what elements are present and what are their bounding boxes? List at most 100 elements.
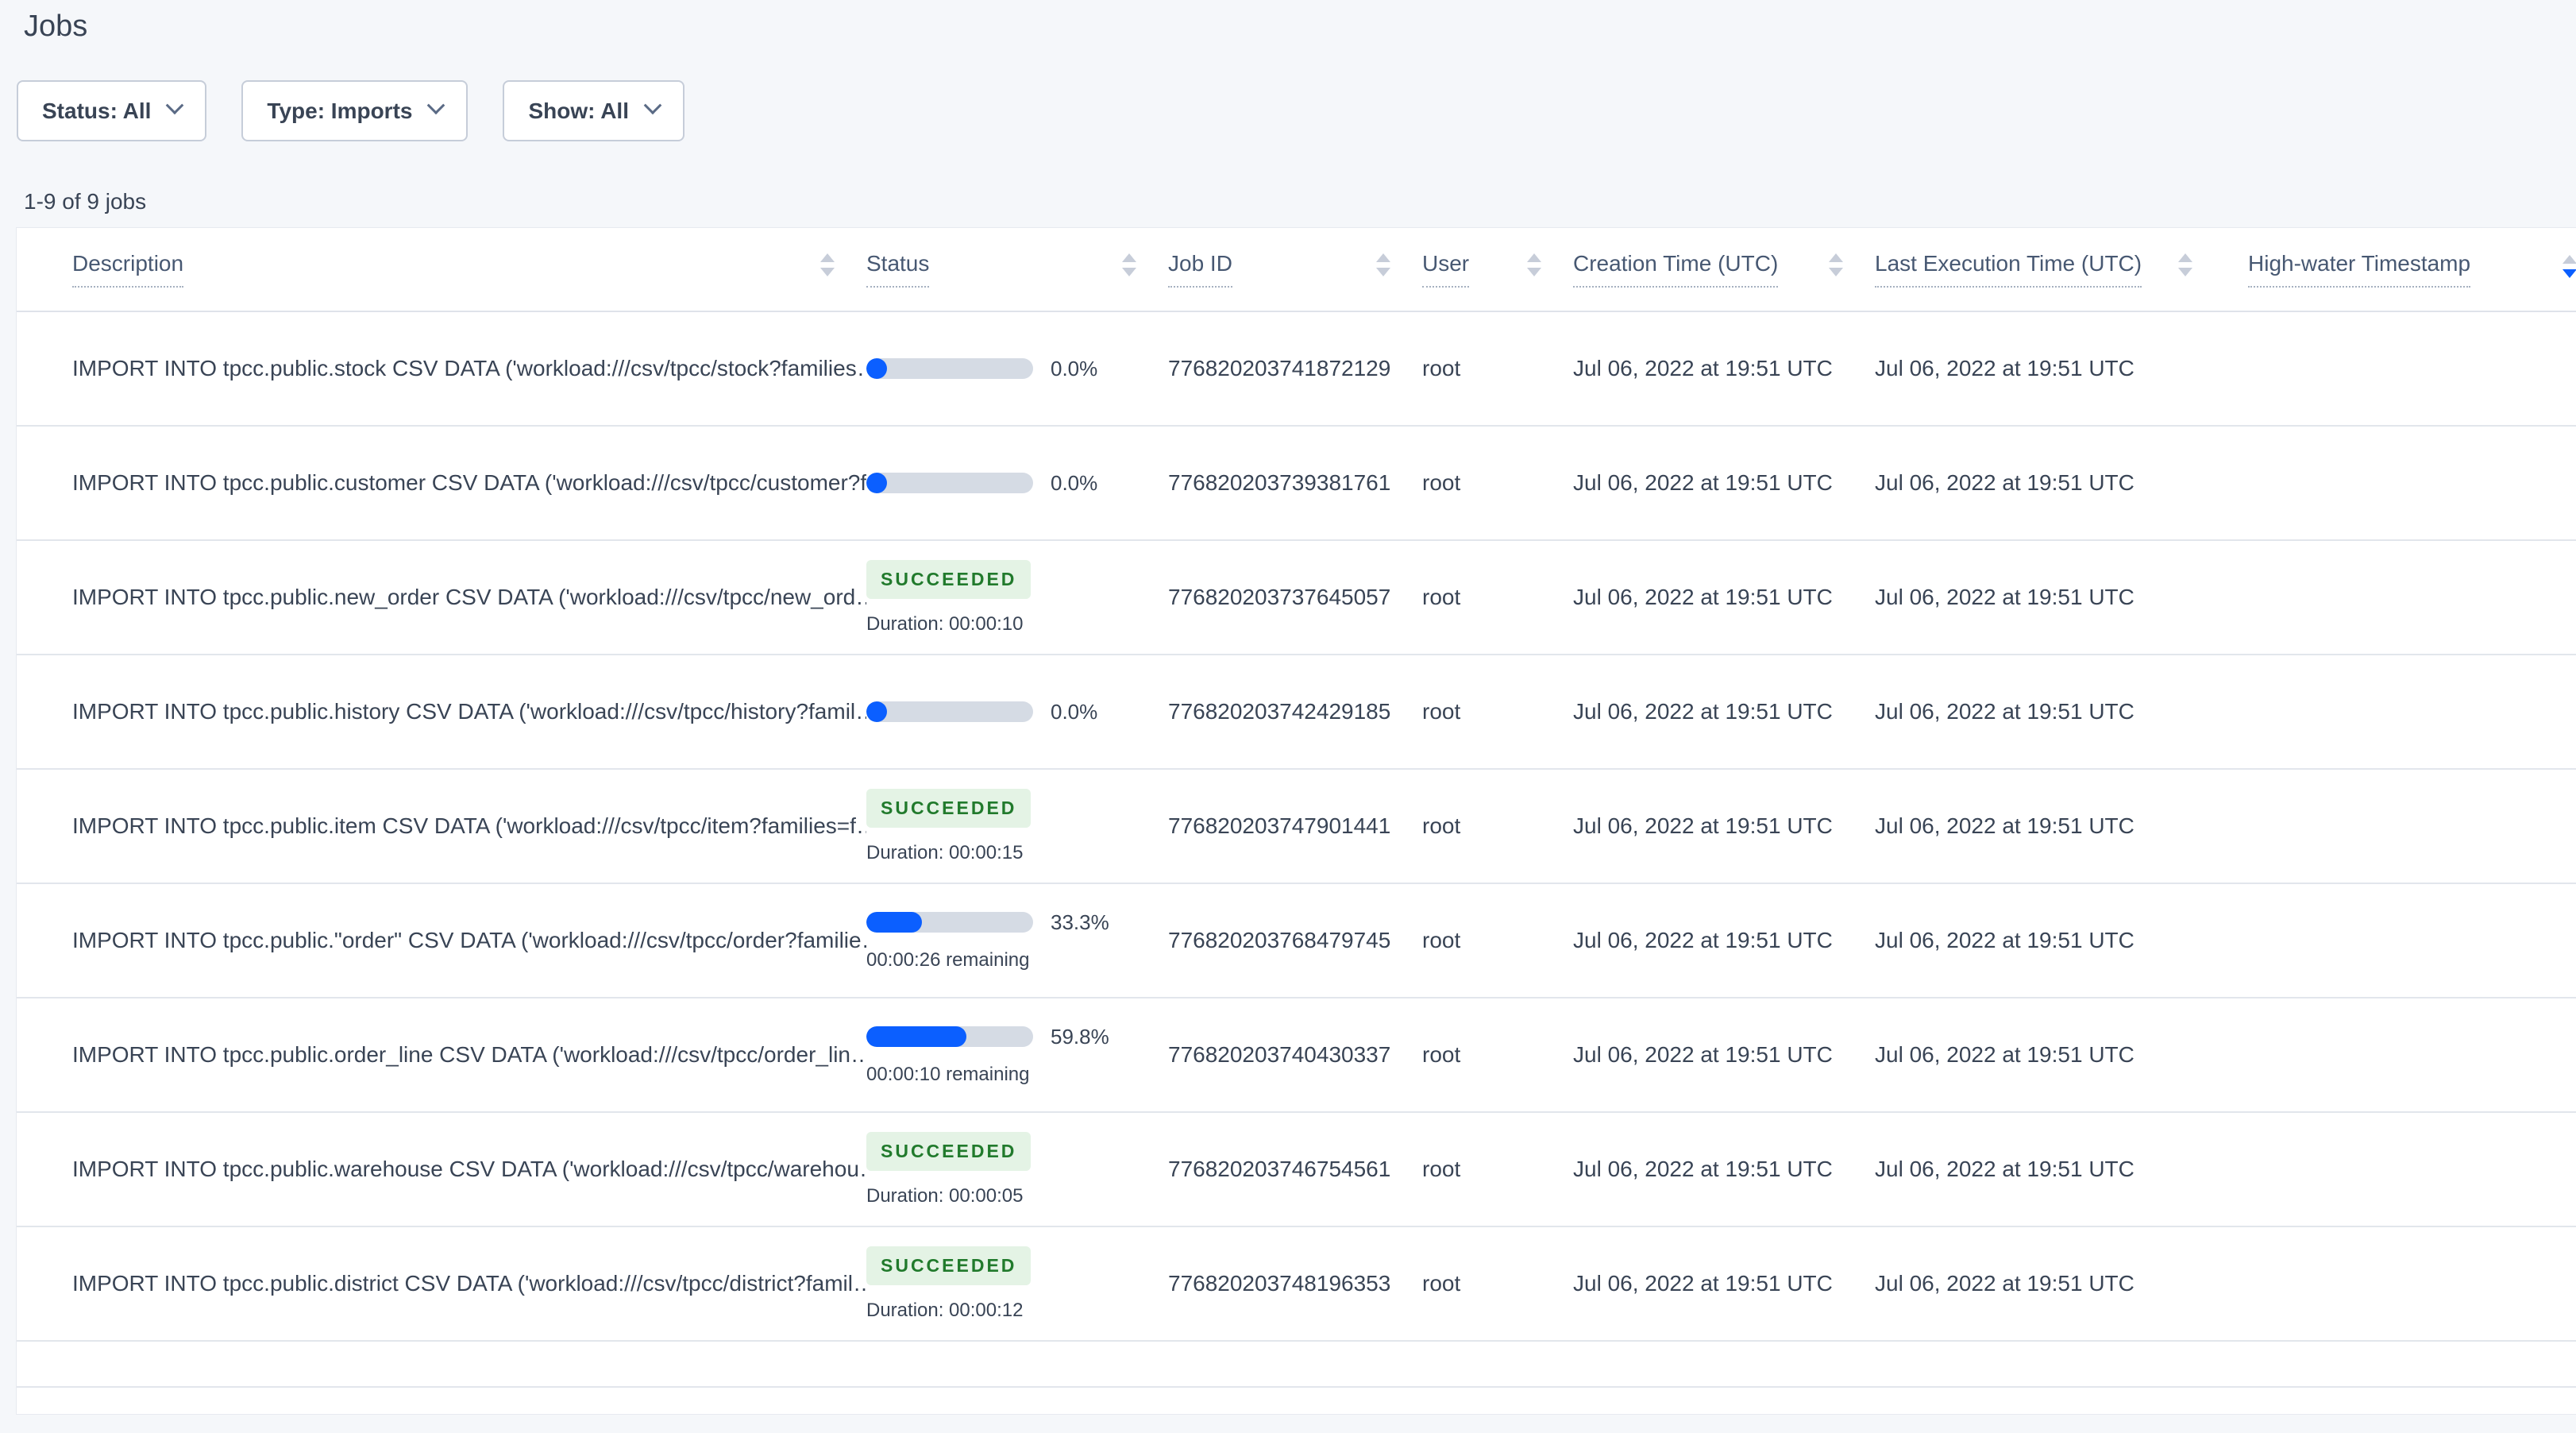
sort-arrows-icon[interactable] <box>2178 253 2192 276</box>
status-badge: SUCCEEDED <box>866 559 1032 599</box>
job-description[interactable]: IMPORT INTO tpcc.public.new_order CSV DA… <box>72 585 866 610</box>
sort-arrows-icon[interactable] <box>1829 253 1843 276</box>
jobs-count: 1-9 of 9 jobs <box>24 189 147 214</box>
duration-text: Duration: 00:00:12 <box>866 1299 1024 1321</box>
duration-text: Duration: 00:00:05 <box>866 1184 1024 1207</box>
last-execution-time: Jul 06, 2022 at 19:51 UTC <box>1875 928 2134 952</box>
sort-desc-icon <box>1376 267 1390 276</box>
sort-asc-icon <box>1527 253 1541 262</box>
progress-bar: 0.0% <box>866 357 1168 381</box>
jobs-page: Jobs Status: All Type: Imports Show: All… <box>0 10 2576 1415</box>
column-header-user[interactable]: User <box>1422 251 1573 288</box>
sort-arrows-icon[interactable] <box>1376 253 1390 276</box>
sort-arrows-icon[interactable] <box>820 253 835 276</box>
creation-time: Jul 06, 2022 at 19:51 UTC <box>1573 1042 1833 1067</box>
creation-time: Jul 06, 2022 at 19:51 UTC <box>1573 1157 1833 1181</box>
table-row: IMPORT INTO tpcc.public.history CSV DATA… <box>17 655 2576 770</box>
column-header-creation-time[interactable]: Creation Time (UTC) <box>1573 251 1875 288</box>
job-description[interactable]: IMPORT INTO tpcc.public.item CSV DATA ('… <box>72 813 866 839</box>
sort-desc-icon <box>2178 267 2192 276</box>
job-user: root <box>1422 585 1461 609</box>
job-description[interactable]: IMPORT INTO tpcc.public.district CSV DAT… <box>72 1271 866 1296</box>
status-cell: 0.0% <box>866 471 1168 496</box>
job-user: root <box>1422 928 1461 952</box>
creation-time: Jul 06, 2022 at 19:51 UTC <box>1573 928 1833 952</box>
table-row: IMPORT INTO tpcc.public.warehouse CSV DA… <box>17 1113 2576 1227</box>
status-cell: 0.0% <box>866 357 1168 381</box>
status-cell: SUCCEEDED Duration: 00:00:12 <box>866 1246 1168 1322</box>
job-user: root <box>1422 470 1461 495</box>
sort-arrows-icon[interactable] <box>1122 253 1136 276</box>
duration-text: Duration: 00:00:15 <box>866 841 1024 863</box>
chevron-down-icon <box>643 95 662 114</box>
duration-text: Duration: 00:00:10 <box>866 612 1024 635</box>
creation-time: Jul 06, 2022 at 19:51 UTC <box>1573 1271 1833 1296</box>
show-filter-label: Show: All <box>528 98 629 123</box>
table-row: IMPORT INTO tpcc.public.customer CSV DAT… <box>17 427 2576 541</box>
sort-arrows-active-icon[interactable] <box>2563 255 2576 279</box>
creation-time: Jul 06, 2022 at 19:51 UTC <box>1573 813 1833 838</box>
job-id: 776820203739381761 <box>1168 470 1391 495</box>
job-user: root <box>1422 1271 1461 1296</box>
column-header-status[interactable]: Status <box>866 251 1168 288</box>
job-user: root <box>1422 356 1461 380</box>
status-badge: SUCCEEDED <box>866 1246 1032 1285</box>
progress-bar: 0.0% <box>866 700 1168 724</box>
last-execution-time: Jul 06, 2022 at 19:51 UTC <box>1875 1157 2134 1181</box>
job-description[interactable]: IMPORT INTO tpcc.public.customer CSV DAT… <box>72 470 866 496</box>
job-description[interactable]: IMPORT INTO tpcc.public.warehouse CSV DA… <box>72 1157 866 1182</box>
jobs-table: Description Status Job ID User Creation … <box>16 227 2576 1415</box>
job-description[interactable]: IMPORT INTO tpcc.public."order" CSV DATA… <box>72 928 866 953</box>
column-header-last-execution-time[interactable]: Last Execution Time (UTC) <box>1875 251 2224 288</box>
column-header-high-water-timestamp[interactable]: High-water Timestamp <box>2224 251 2576 288</box>
status-cell: SUCCEEDED Duration: 00:00:10 <box>866 559 1168 635</box>
job-id: 776820203746754561 <box>1168 1157 1391 1181</box>
progress-bar: 33.3% <box>866 910 1168 935</box>
sort-asc-icon <box>1829 253 1843 262</box>
job-description[interactable]: IMPORT INTO tpcc.public.history CSV DATA… <box>72 699 866 724</box>
job-description[interactable]: IMPORT INTO tpcc.public.stock CSV DATA (… <box>72 356 866 381</box>
table-row: IMPORT INTO tpcc.public.new_order CSV DA… <box>17 541 2576 655</box>
last-execution-time: Jul 06, 2022 at 19:51 UTC <box>1875 585 2134 609</box>
remaining-text: 00:00:26 remaining <box>866 948 1030 971</box>
sort-asc-icon <box>820 253 835 262</box>
table-row: IMPORT INTO tpcc.public.order_line CSV D… <box>17 998 2576 1113</box>
creation-time: Jul 06, 2022 at 19:51 UTC <box>1573 470 1833 495</box>
job-description[interactable]: IMPORT INTO tpcc.public.order_line CSV D… <box>72 1042 866 1068</box>
show-filter-dropdown[interactable]: Show: All <box>503 80 684 141</box>
status-badge: SUCCEEDED <box>866 1131 1032 1171</box>
creation-time: Jul 06, 2022 at 19:51 UTC <box>1573 585 1833 609</box>
filter-bar: Status: All Type: Imports Show: All <box>17 80 2576 141</box>
job-id: 776820203747901441 <box>1168 813 1391 838</box>
type-filter-dropdown[interactable]: Type: Imports <box>241 80 469 141</box>
chevron-down-icon <box>166 95 184 114</box>
status-cell: 0.0% <box>866 700 1168 724</box>
table-row: IMPORT INTO tpcc.public.item CSV DATA ('… <box>17 770 2576 884</box>
table-row: IMPORT INTO tpcc.public."order" CSV DATA… <box>17 884 2576 998</box>
column-header-job-id[interactable]: Job ID <box>1168 251 1422 288</box>
sort-desc-active-icon <box>2563 269 2576 279</box>
progress-bar: 0.0% <box>866 471 1168 496</box>
progress-percent: 59.8% <box>1051 1024 1109 1049</box>
sort-asc-icon <box>1376 253 1390 262</box>
sort-desc-icon <box>1829 267 1843 276</box>
chevron-down-icon <box>427 95 445 114</box>
sort-arrows-icon[interactable] <box>1527 253 1541 276</box>
job-id: 776820203748196353 <box>1168 1271 1391 1296</box>
column-header-description[interactable]: Description <box>17 251 866 288</box>
job-user: root <box>1422 1157 1461 1181</box>
status-badge: SUCCEEDED <box>866 788 1032 828</box>
last-execution-time: Jul 06, 2022 at 19:51 UTC <box>1875 470 2134 495</box>
status-filter-label: Status: All <box>42 98 152 123</box>
status-filter-dropdown[interactable]: Status: All <box>17 80 207 141</box>
table-footer <box>17 1342 2576 1388</box>
sort-desc-icon <box>1122 267 1136 276</box>
creation-time: Jul 06, 2022 at 19:51 UTC <box>1573 356 1833 380</box>
sort-desc-icon <box>820 267 835 276</box>
progress-percent: 33.3% <box>1051 910 1109 934</box>
type-filter-label: Type: Imports <box>267 98 413 123</box>
sort-asc-icon <box>1122 253 1136 262</box>
job-id: 776820203768479745 <box>1168 928 1391 952</box>
progress-bar: 59.8% <box>866 1025 1168 1049</box>
progress-percent: 0.0% <box>1051 470 1098 495</box>
